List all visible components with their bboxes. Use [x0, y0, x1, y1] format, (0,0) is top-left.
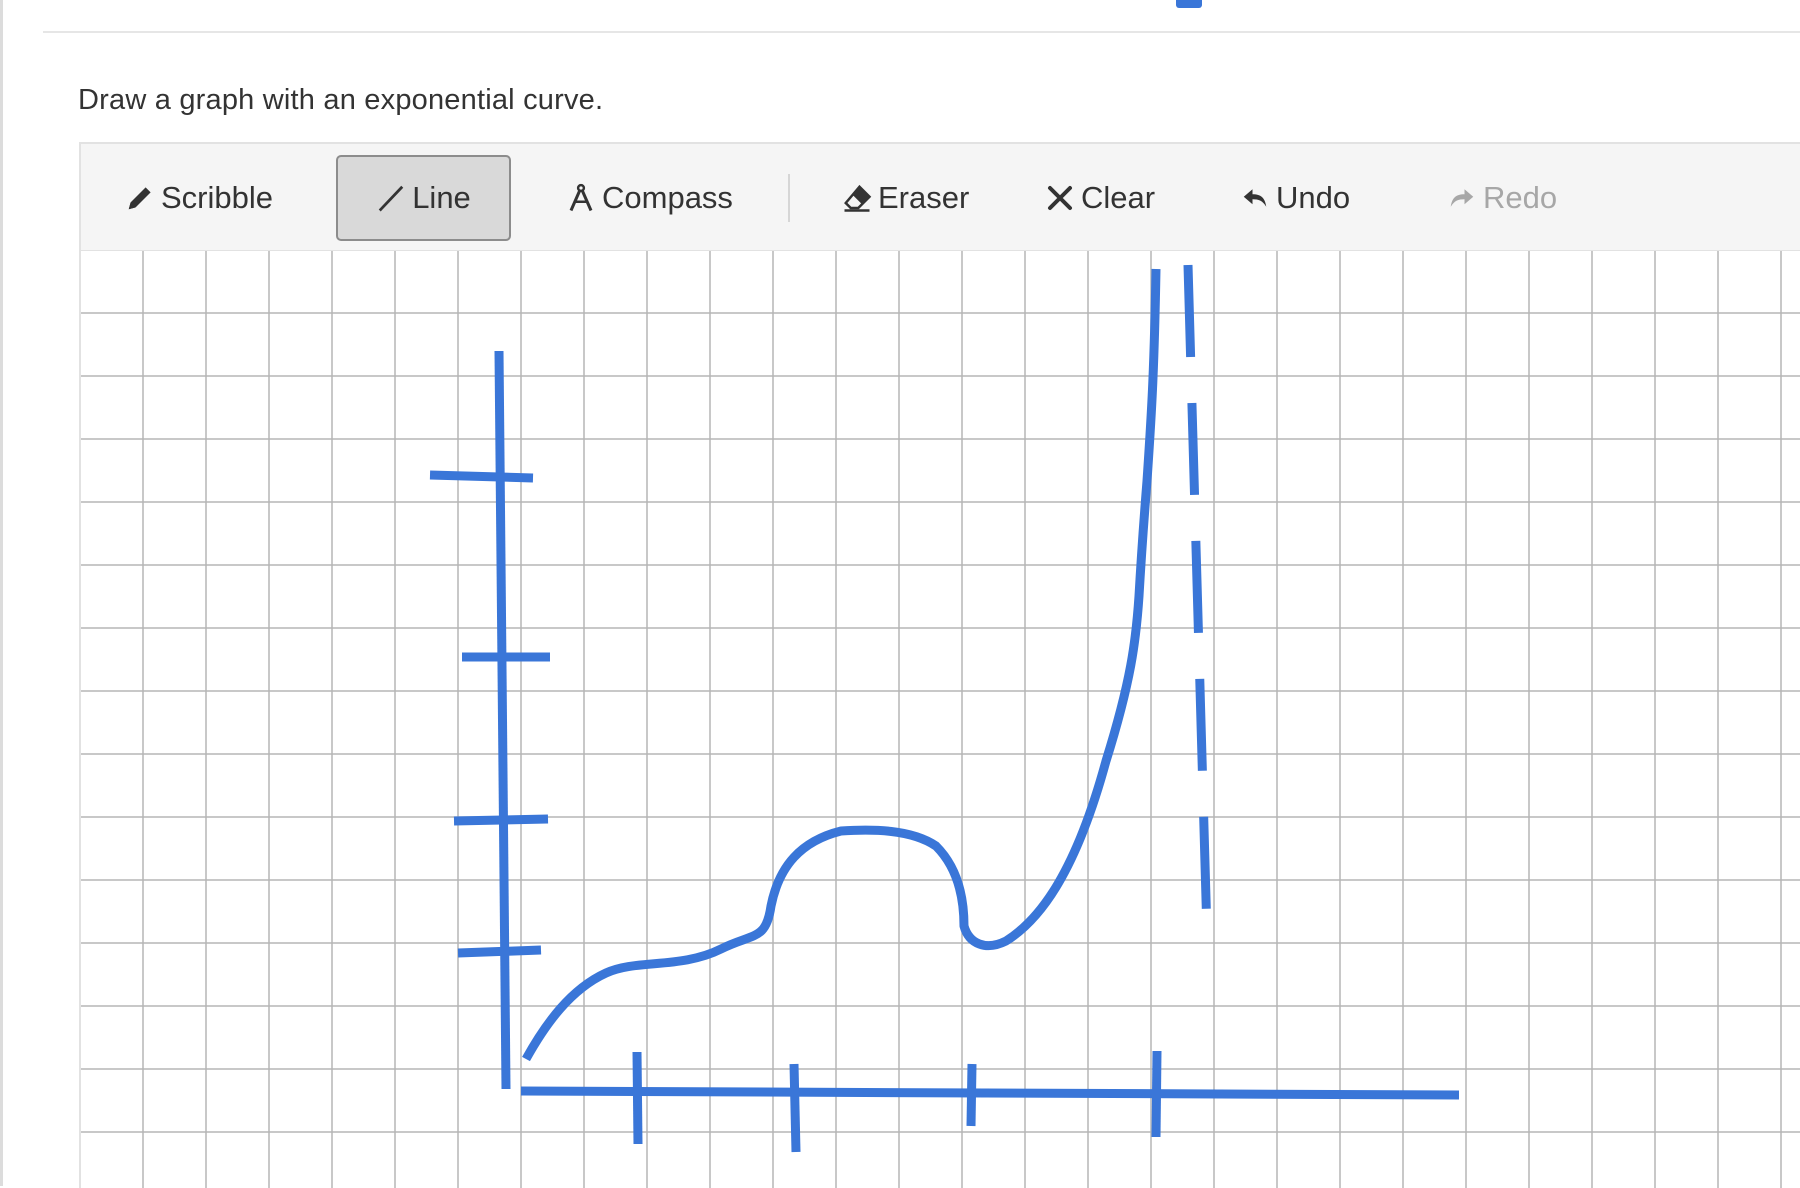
undo-tool-button[interactable]: Undo: [1226, 155, 1364, 241]
drawn-x-tick: [1151, 1050, 1162, 1138]
question-prompt: Draw a graph with an exponential curve.: [78, 84, 604, 116]
scribble-tool-button[interactable]: Scribble: [111, 155, 287, 241]
compass-tool-label: Compass: [602, 180, 733, 215]
eraser-icon: [842, 183, 872, 213]
undo-icon: [1240, 183, 1270, 213]
eraser-tool-label: Eraser: [878, 180, 970, 215]
drawn-y-tick: [457, 945, 542, 958]
scroll-marker: [1176, 0, 1202, 8]
drawn-x-tick: [632, 1051, 643, 1145]
drawing-canvas[interactable]: [81, 251, 1800, 1188]
drawn-y-axis: [494, 350, 511, 1090]
close-icon: [1045, 183, 1075, 213]
clear-tool-label: Clear: [1081, 180, 1156, 215]
clear-tool-button[interactable]: Clear: [1031, 155, 1169, 241]
grid-lines: [81, 251, 1800, 1188]
drawn-x-tick: [966, 1063, 977, 1127]
drawn-y-tick: [429, 470, 534, 483]
redo-tool-label: Redo: [1483, 180, 1558, 215]
drawn-asymptote: [1183, 264, 1212, 935]
drawn-x-tick: [789, 1063, 801, 1153]
drawing-widget: Scribble Line Compass Eraser Clear Undo …: [79, 142, 1800, 1188]
canvas-svg[interactable]: [81, 251, 1800, 1188]
drawn-y-tick: [453, 814, 549, 826]
pencil-icon: [125, 183, 155, 213]
toolbar-separator: [788, 174, 790, 222]
compass-tool-button[interactable]: Compass: [552, 155, 747, 241]
eraser-tool-button[interactable]: Eraser: [828, 155, 983, 241]
line-icon: [376, 183, 406, 213]
section-divider: [43, 31, 1800, 33]
scribble-tool-label: Scribble: [161, 180, 273, 215]
page-left-border: [0, 0, 3, 1186]
line-tool-label: Line: [412, 180, 471, 215]
redo-tool-button[interactable]: Redo: [1433, 155, 1571, 241]
line-tool-button[interactable]: Line: [336, 155, 511, 241]
compass-icon: [566, 183, 596, 213]
undo-tool-label: Undo: [1276, 180, 1351, 215]
drawn-x-axis: [520, 1086, 1460, 1100]
redo-icon: [1447, 183, 1477, 213]
drawn-curve: [522, 268, 1161, 1062]
drawing-toolbar: Scribble Line Compass Eraser Clear Undo …: [81, 144, 1800, 251]
